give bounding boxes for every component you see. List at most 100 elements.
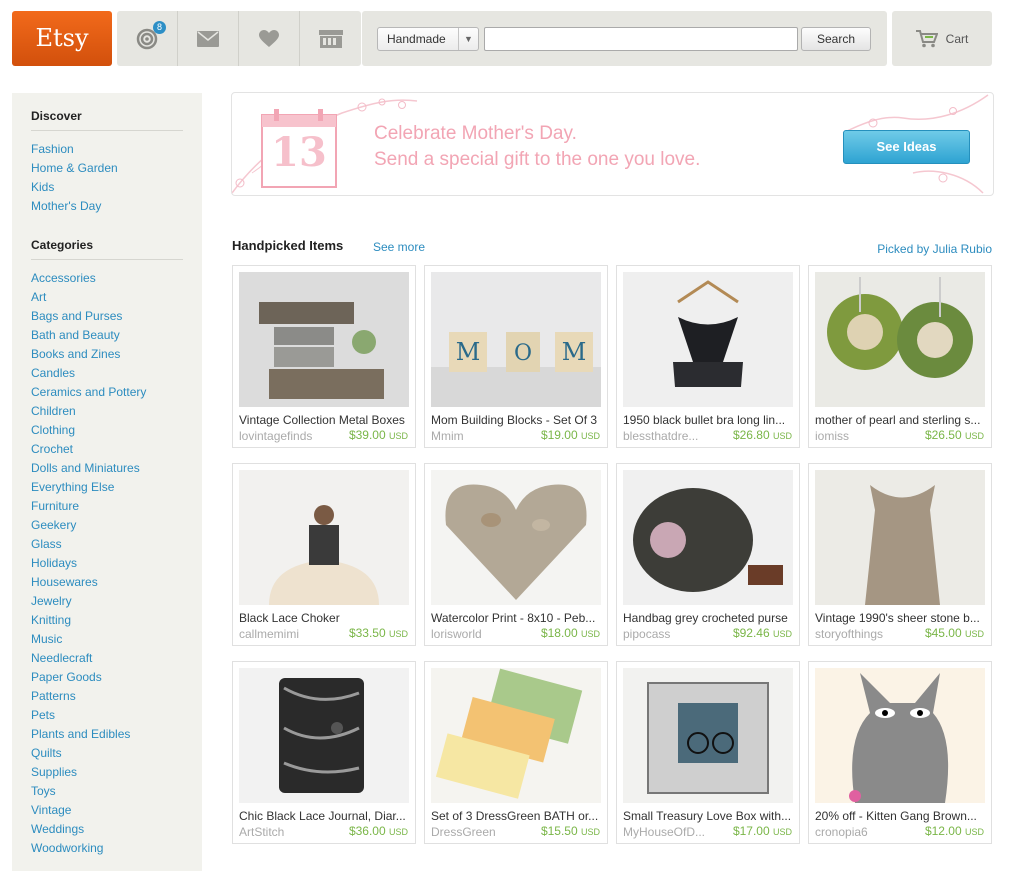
see-more-link[interactable]: See more	[373, 240, 425, 254]
product-card[interactable]: Chic Black Lace Journal, Diar... ArtStitc…	[232, 661, 416, 844]
sidebar-link[interactable]: Patterns	[31, 689, 76, 703]
sidebar-link[interactable]: Needlecraft	[31, 651, 92, 665]
product-image-pearl-earrings[interactable]	[815, 272, 985, 407]
sidebar-link[interactable]: Supplies	[31, 765, 77, 779]
shop-name[interactable]: MyHouseOfD...	[623, 825, 723, 839]
curator-link[interactable]: Picked by Julia Rubio	[876, 242, 992, 256]
sidebar-link[interactable]: Children	[31, 404, 76, 418]
favorites-button[interactable]	[239, 11, 300, 66]
product-image-soap-bars[interactable]	[431, 668, 601, 803]
product-card[interactable]: Set of 3 DressGreen BATH or... DressGreen…	[424, 661, 608, 844]
mothers-day-banner[interactable]: 13 Celebrate Mother's Day. Send a specia…	[231, 92, 994, 196]
product-image-mom-blocks[interactable]: MOM	[431, 272, 601, 407]
sidebar-link[interactable]: Housewares	[31, 575, 98, 589]
product-image-metal-boxes[interactable]	[239, 272, 409, 407]
product-title[interactable]: Vintage 1990's sheer stone b...	[815, 611, 987, 625]
product-image-love-box[interactable]	[623, 668, 793, 803]
sidebar-link[interactable]: Quilts	[31, 746, 62, 760]
sidebar-link[interactable]: Pets	[31, 708, 55, 722]
product-card[interactable]: Handbag grey crocheted purse pipocass $92.…	[616, 463, 800, 646]
shop-name[interactable]: DressGreen	[431, 825, 531, 839]
shop-name[interactable]: ArtStitch	[239, 825, 339, 839]
search-category-select[interactable]: Handmade ▼	[377, 27, 479, 51]
product-title[interactable]: Chic Black Lace Journal, Diar...	[239, 809, 411, 823]
sidebar-link[interactable]: Geekery	[31, 518, 76, 532]
search-input[interactable]	[484, 27, 798, 51]
sidebar-link[interactable]: Ceramics and Pottery	[31, 385, 146, 399]
product-title[interactable]: 1950 black bullet bra long lin...	[623, 413, 795, 427]
sidebar-link[interactable]: Books and Zines	[31, 347, 120, 361]
sidebar-link[interactable]: Bags and Purses	[31, 309, 122, 323]
product-title[interactable]: Handbag grey crocheted purse	[623, 611, 795, 625]
sidebar-link[interactable]: Paper Goods	[31, 670, 102, 684]
product-title[interactable]: Small Treasury Love Box with...	[623, 809, 795, 823]
sidebar-link[interactable]: Clothing	[31, 423, 75, 437]
sidebar-link[interactable]: Toys	[31, 784, 56, 798]
product-image-kitten-plush[interactable]	[815, 668, 985, 803]
sidebar-link[interactable]: Furniture	[31, 499, 79, 513]
shop-name[interactable]: callmemimi	[239, 627, 339, 641]
product-card[interactable]: Vintage Collection Metal Boxes lovintagef…	[232, 265, 416, 448]
sidebar-link[interactable]: Jewelry	[31, 594, 72, 608]
product-card[interactable]: M O M Mom Building Blocks - Set Of 3 Mmim $19…	[424, 265, 608, 448]
cart-button[interactable]: Cart	[892, 11, 992, 66]
see-ideas-button[interactable]: See Ideas	[843, 130, 970, 164]
product-image-sheer-top[interactable]	[815, 470, 985, 605]
sidebar-link[interactable]: Art	[31, 290, 46, 304]
product-title[interactable]: Watercolor Print - 8x10 - Peb...	[431, 611, 603, 625]
shop-name[interactable]: iomiss	[815, 429, 915, 443]
sidebar-link[interactable]: Woodworking	[31, 841, 103, 855]
sidebar-link[interactable]: Glass	[31, 537, 62, 551]
etsy-logo[interactable]: Etsy	[12, 11, 112, 66]
activity-button[interactable]: 8	[117, 11, 178, 66]
shop-name[interactable]: Mmim	[431, 429, 531, 443]
product-image-black-bra[interactable]	[623, 272, 793, 407]
sidebar-link[interactable]: Bath and Beauty	[31, 328, 120, 342]
sidebar-link[interactable]: Dolls and Miniatures	[31, 461, 140, 475]
product-card[interactable]: Black Lace Choker callmemimi $33.50 USD	[232, 463, 416, 646]
sidebar-link[interactable]: Everything Else	[31, 480, 114, 494]
product-card[interactable]: mother of pearl and sterling s... iomiss $…	[808, 265, 992, 448]
product-image-lace-journal[interactable]	[239, 668, 409, 803]
sidebar-link[interactable]: Accessories	[31, 271, 96, 285]
sidebar-link[interactable]: Kids	[31, 180, 54, 194]
product-title[interactable]: Set of 3 DressGreen BATH or...	[431, 809, 603, 823]
sidebar-item: Crochet	[31, 440, 146, 459]
sidebar-link[interactable]: Candles	[31, 366, 75, 380]
messages-button[interactable]	[178, 11, 239, 66]
product-title[interactable]: mother of pearl and sterling s...	[815, 413, 987, 427]
product-card[interactable]: 1950 black bullet bra long lin... blessth…	[616, 265, 800, 448]
sidebar-link[interactable]: Mother's Day	[31, 199, 101, 213]
product-image-pebble-heart-print[interactable]	[431, 470, 601, 605]
sidebar-link[interactable]: Home & Garden	[31, 161, 118, 175]
shop-name[interactable]: lovintagefinds	[239, 429, 339, 443]
shop-name[interactable]: cronopia6	[815, 825, 915, 839]
product-title[interactable]: 20% off - Kitten Gang Brown...	[815, 809, 987, 823]
product-card[interactable]: 20% off - Kitten Gang Brown... cronopia6 $…	[808, 661, 992, 844]
sidebar-link[interactable]: Vintage	[31, 803, 71, 817]
product-price: $45.00 USD	[925, 626, 984, 640]
search-button[interactable]: Search	[801, 27, 871, 51]
product-image-crochet-purse[interactable]	[623, 470, 793, 605]
sidebar-link[interactable]: Weddings	[31, 822, 84, 836]
product-card[interactable]: Vintage 1990's sheer stone b... storyofth…	[808, 463, 992, 646]
sidebar-link[interactable]: Knitting	[31, 613, 71, 627]
shop-name[interactable]: storyofthings	[815, 627, 915, 641]
sidebar-link[interactable]: Plants and Edibles	[31, 727, 130, 741]
sidebar-link[interactable]: Holidays	[31, 556, 77, 570]
product-title[interactable]: Vintage Collection Metal Boxes	[239, 413, 411, 427]
sidebar-link[interactable]: Music	[31, 632, 62, 646]
product-image-lace-choker[interactable]	[239, 470, 409, 605]
shop-name[interactable]: pipocass	[623, 627, 723, 641]
product-title[interactable]: Black Lace Choker	[239, 611, 411, 625]
product-card[interactable]: Small Treasury Love Box with... MyHouseOf…	[616, 661, 800, 844]
sidebar-link[interactable]: Fashion	[31, 142, 74, 156]
sidebar-item: Housewares	[31, 573, 146, 592]
product-card[interactable]: Watercolor Print - 8x10 - Peb... loriswor…	[424, 463, 608, 646]
product-title[interactable]: Mom Building Blocks - Set Of 3	[431, 413, 603, 427]
shop-name[interactable]: lorisworld	[431, 627, 531, 641]
price-amount: $92.46	[732, 626, 770, 640]
your-shop-button[interactable]	[300, 11, 361, 66]
shop-name[interactable]: blessthatdre...	[623, 429, 723, 443]
sidebar-link[interactable]: Crochet	[31, 442, 73, 456]
